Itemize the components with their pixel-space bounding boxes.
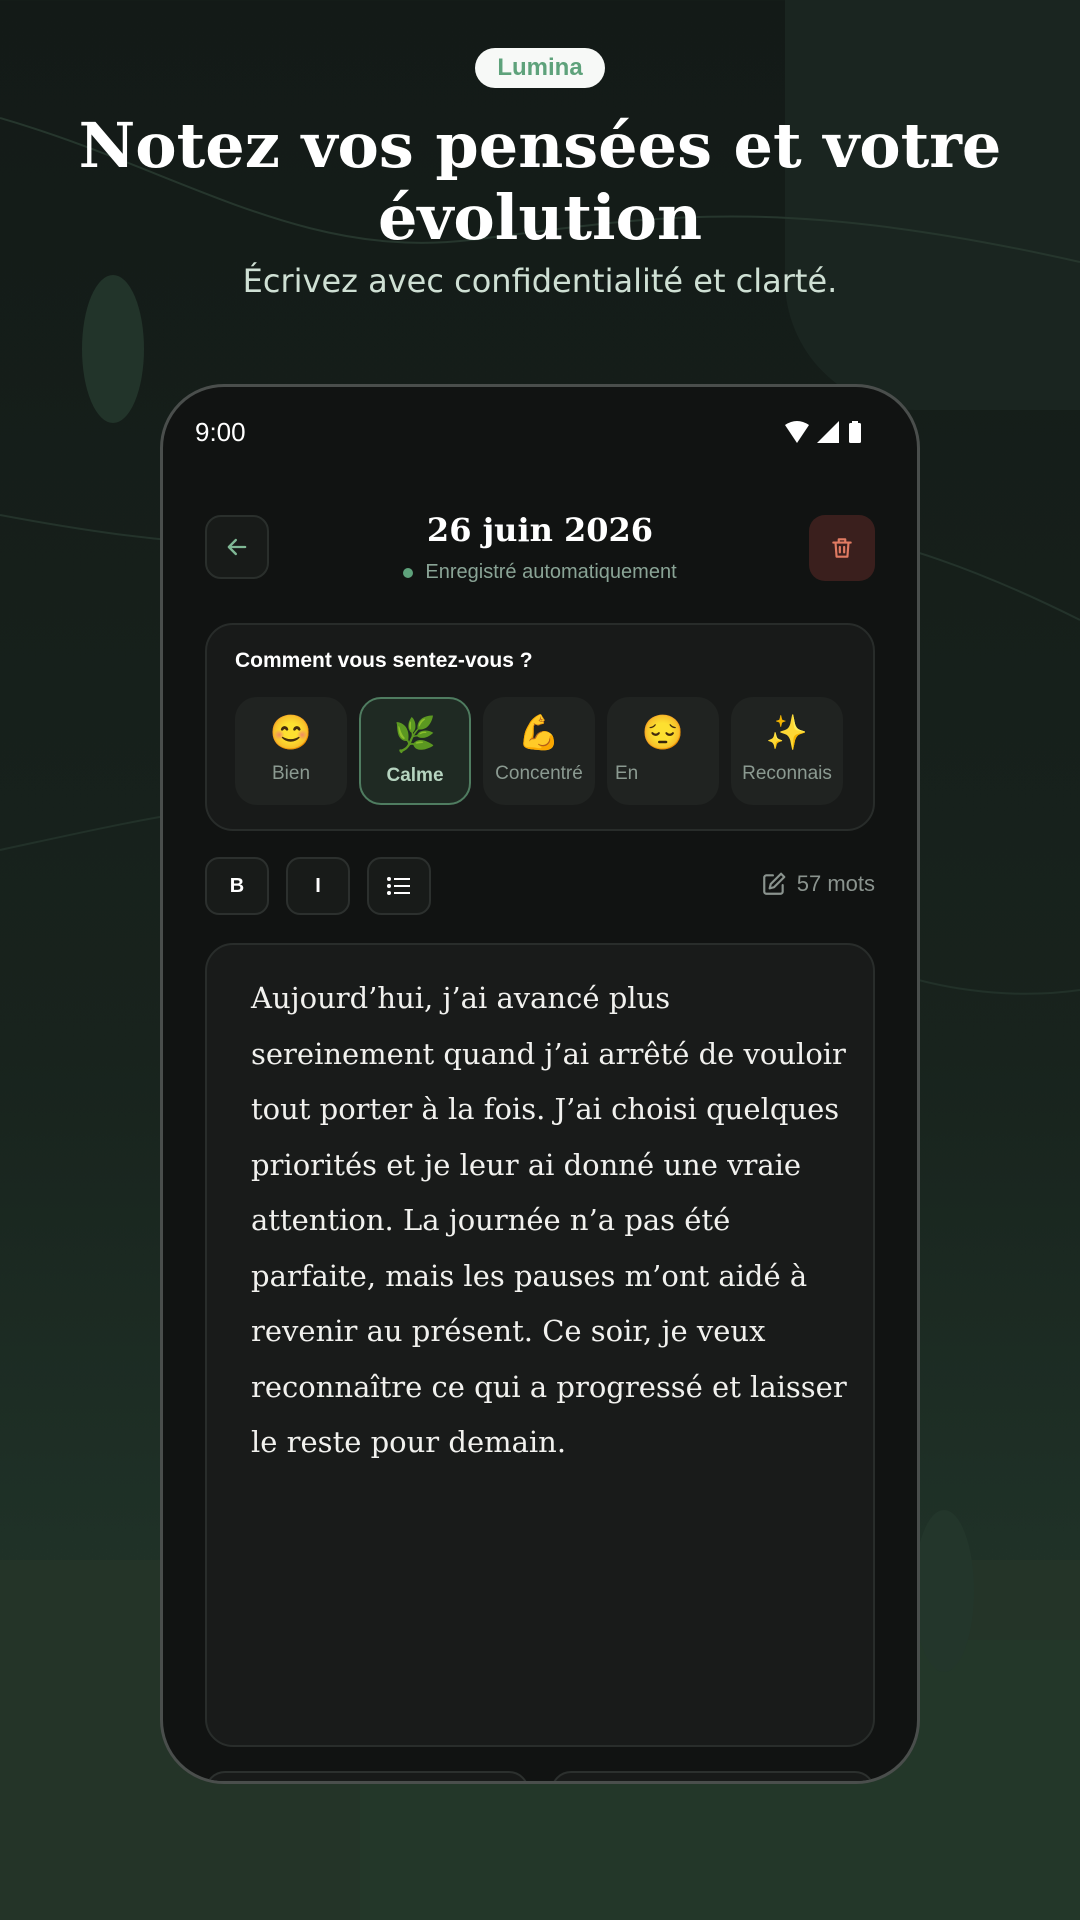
bottom-card-right [551,1771,875,1781]
italic-button[interactable]: I [286,857,350,915]
mood-label: Bien [271,763,311,784]
battery-icon [849,421,861,443]
bold-button[interactable]: B [205,857,269,915]
status-icons [783,419,867,450]
bottom-card-left [205,1771,529,1781]
mood-card: Comment vous sentez-vous ? 😊 Bien 🌿 Calm… [205,623,875,831]
entry-date: 26 juin 2026 [426,511,654,549]
edit-icon [762,872,786,895]
autosave-dot [403,567,414,578]
mood-label: En [615,763,639,784]
journal-editor[interactable]: Aujourd’hui, j’ai avancé plus sereinemen… [205,943,875,1747]
sparkles-icon: ✨ [765,714,809,752]
page-subline: Écrivez avec confidentialité et clarté. [242,262,838,300]
signal-icon [817,421,839,443]
status-time: 9:00 [195,417,246,447]
leaf-icon: 🌿 [393,716,437,754]
smile-icon: 😊 [269,714,313,752]
word-count-label: 57 mots [796,871,875,896]
mood-label: Concentré [495,763,583,784]
autosave-label: Enregistré automatiquement [425,561,677,583]
list-icon [387,877,410,895]
mood-label: Reconnais [742,763,832,784]
mood-options: 😊 Bien 🌿 Calme 💪 Concentré 😔 En ✨ Reconn… [235,697,843,805]
autosave-status: Enregistré automatiquement [163,561,917,584]
mood-option-concentre[interactable]: 💪 Concentré [483,697,595,805]
delete-button[interactable] [809,515,875,581]
mood-question: Comment vous sentez-vous ? [235,649,533,672]
brand-badge: Lumina [475,48,605,88]
mood-option-en[interactable]: 😔 En [607,697,719,805]
mood-label: Calme [386,765,444,786]
pensive-face-icon: 😔 [641,714,685,752]
wifi-icon [785,421,809,443]
mood-option-reconnais[interactable]: ✨ Reconnais [731,697,843,805]
journal-text[interactable]: Aujourd’hui, j’ai avancé plus sereinemen… [251,971,851,1471]
trash-icon [832,538,852,558]
page-headline: Notez vos pensées et votre évolution [78,109,1002,254]
mood-option-calme[interactable]: 🌿 Calme [359,697,471,805]
flexed-biceps-icon: 💪 [517,714,561,752]
word-count: 57 mots [761,871,875,897]
phone-frame: 9:00 26 juin 2026 Enregistré automatique… [160,384,920,1784]
list-button[interactable] [367,857,431,915]
mood-option-bien[interactable]: 😊 Bien [235,697,347,805]
